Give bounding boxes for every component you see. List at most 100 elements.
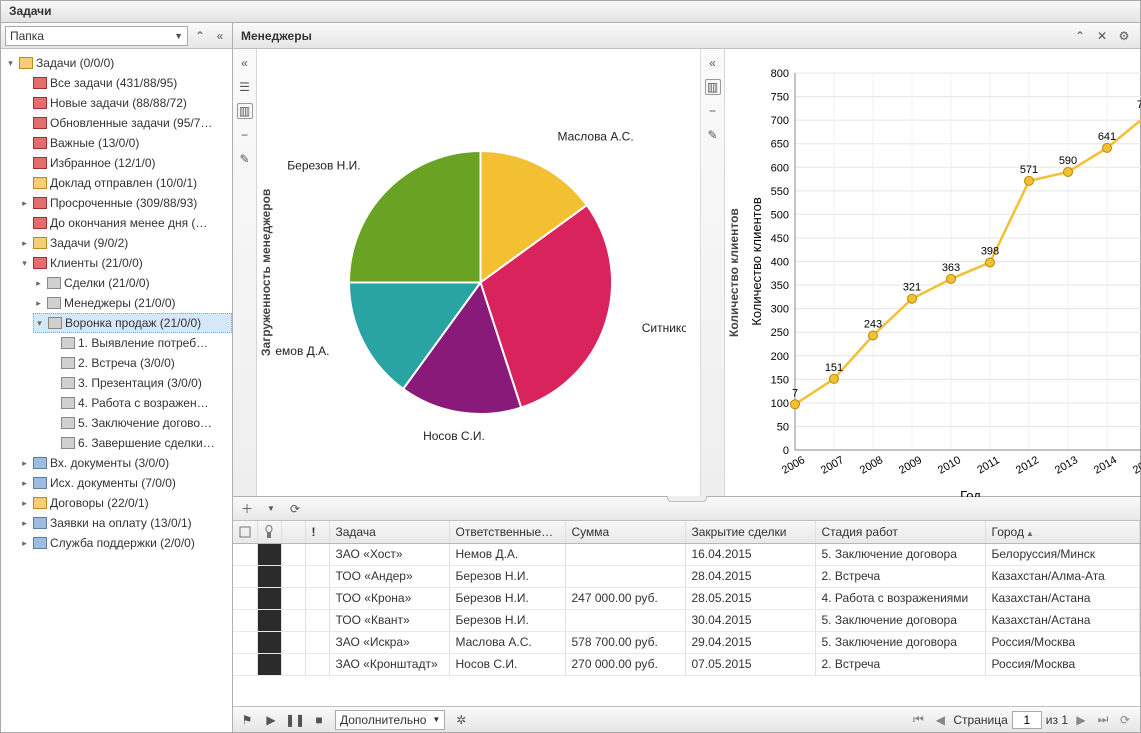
gear-icon[interactable]: ⚙ xyxy=(1116,28,1132,44)
svg-text:700: 700 xyxy=(771,115,789,127)
tree-item[interactable]: ▸Договоры (22/0/1) xyxy=(19,493,232,513)
close-icon[interactable]: ✕ xyxy=(1094,28,1110,44)
expander-icon[interactable]: ▸ xyxy=(19,498,30,509)
header-icon-col[interactable] xyxy=(257,521,281,543)
expander-icon[interactable]: ▸ xyxy=(19,478,30,489)
tree-item[interactable]: ▾Клиенты (21/0/0) xyxy=(19,253,232,273)
table-row[interactable]: ТОО «Андер»Березов Н.И.28.04.20152. Встр… xyxy=(233,565,1140,587)
red-folder-icon xyxy=(33,77,47,89)
gray-folder-icon xyxy=(47,277,61,289)
tree-item[interactable]: ▸Просроченные (309/88/93) xyxy=(19,193,232,213)
tree-item[interactable]: ▸Сделки (21/0/0) xyxy=(33,273,232,293)
last-page-icon[interactable]: ⏭ xyxy=(1094,711,1112,729)
collapse-up-icon[interactable]: ⌃ xyxy=(1072,28,1088,44)
svg-text:2010: 2010 xyxy=(936,454,963,477)
pause-icon[interactable]: ❚❚ xyxy=(287,712,303,728)
next-page-icon[interactable]: ▶ xyxy=(1072,711,1090,729)
expander-icon[interactable]: ▾ xyxy=(19,258,30,269)
expander-icon[interactable]: ▸ xyxy=(19,458,30,469)
add-button[interactable]: ＋ xyxy=(239,501,255,517)
svg-text:250: 250 xyxy=(771,327,789,339)
list-view-icon[interactable]: ☰ xyxy=(237,79,253,95)
stop-icon[interactable]: ■ xyxy=(311,712,327,728)
header-icon-col[interactable]: ! xyxy=(305,521,329,543)
expand-up-icon[interactable]: ⌃ xyxy=(192,28,208,44)
chart-view-icon[interactable]: ▥ xyxy=(237,103,253,119)
tree-item[interactable]: 2. Встреча (3/0/0) xyxy=(47,353,232,373)
red-folder-icon xyxy=(33,197,47,209)
cell-stage: 5. Заключение договора xyxy=(815,631,985,653)
header-icon-col[interactable] xyxy=(281,521,305,543)
tree-item[interactable]: ▸Задачи (9/0/2) xyxy=(19,233,232,253)
minus-icon[interactable]: − xyxy=(237,127,253,143)
refresh-icon[interactable]: ⟳ xyxy=(1116,711,1134,729)
pencil-icon[interactable]: ✎ xyxy=(705,127,721,143)
tree-item[interactable]: До окончания менее дня (… xyxy=(19,213,232,233)
extra-menu[interactable]: Дополнительно ▼ xyxy=(335,710,445,730)
expander-icon[interactable]: ▸ xyxy=(19,238,30,249)
folder-selector-label: Папка xyxy=(10,29,44,43)
expander-icon[interactable]: ▸ xyxy=(33,278,44,289)
folder-selector[interactable]: Папка ▼ xyxy=(5,26,188,46)
tree-item[interactable]: 4. Работа с возражен… xyxy=(47,393,232,413)
column-header[interactable]: Задача xyxy=(329,521,449,543)
tree-item[interactable]: 5. Заключение догово… xyxy=(47,413,232,433)
expander-icon[interactable]: ▾ xyxy=(5,58,16,69)
tree-item[interactable]: Доклад отправлен (10/0/1) xyxy=(19,173,232,193)
page-input[interactable] xyxy=(1012,711,1042,729)
expander-icon[interactable]: ▸ xyxy=(33,298,44,309)
collapse-left-icon[interactable]: « xyxy=(212,28,228,44)
dropdown-icon[interactable]: ▼ xyxy=(263,501,279,517)
table-row[interactable]: ЗАО «Кронштадт»Носов С.И.270 000.00 руб.… xyxy=(233,653,1140,675)
column-header[interactable]: Сумма xyxy=(565,521,685,543)
chart-view-icon[interactable]: ▥ xyxy=(705,79,721,95)
table-row[interactable]: ТОО «Крона»Березов Н.И.247 000.00 руб.28… xyxy=(233,587,1140,609)
minus-icon[interactable]: − xyxy=(705,103,721,119)
table-row[interactable]: ЗАО «Хост»Немов Д.А.16.04.20155. Заключе… xyxy=(233,543,1140,565)
first-page-icon[interactable]: ⏮ xyxy=(909,711,927,729)
tree-item[interactable]: ▸Исх. документы (7/0/0) xyxy=(19,473,232,493)
play-icon[interactable]: ▶ xyxy=(263,712,279,728)
settings-icon[interactable]: ✲ xyxy=(453,712,469,728)
tree-item[interactable]: ▸Менеджеры (21/0/0) xyxy=(33,293,232,313)
table-row[interactable]: ЗАО «Искра»Маслова А.С.578 700.00 руб.29… xyxy=(233,631,1140,653)
table-row[interactable]: ТОО «Квант»Березов Н.И.30.04.20155. Закл… xyxy=(233,609,1140,631)
pencil-icon[interactable]: ✎ xyxy=(237,151,253,167)
expander-icon[interactable]: ▸ xyxy=(19,198,30,209)
svg-text:800: 800 xyxy=(771,68,789,80)
tree-item[interactable]: Избранное (12/1/0) xyxy=(19,153,232,173)
tree-item[interactable]: 1. Выявление потреб… xyxy=(47,333,232,353)
red-folder-icon xyxy=(33,217,47,229)
tree-item[interactable]: Новые задачи (88/88/72) xyxy=(19,93,232,113)
svg-text:151: 151 xyxy=(825,362,843,374)
tree-item[interactable]: ▸Вх. документы (3/0/0) xyxy=(19,453,232,473)
prev-page-icon[interactable]: ◀ xyxy=(931,711,949,729)
column-header[interactable]: Город▲ xyxy=(985,521,1140,543)
tree-item[interactable]: ▸Служба поддержки (2/0/0) xyxy=(19,533,232,553)
tree-item[interactable]: Обновленные задачи (95/7… xyxy=(19,113,232,133)
tree-item[interactable]: ▾Воронка продаж (21/0/0) xyxy=(33,313,232,333)
tree-item[interactable]: Важные (13/0/0) xyxy=(19,133,232,153)
splitter-handle[interactable] xyxy=(667,496,707,502)
svg-text:590: 590 xyxy=(1059,155,1077,167)
refresh-icon[interactable]: ⟳ xyxy=(287,501,303,517)
cell-city: Казахстан/Астана xyxy=(985,609,1140,631)
flag-icon[interactable]: ⚑ xyxy=(239,712,255,728)
blue-folder-icon xyxy=(33,537,47,549)
column-header[interactable]: Стадия работ xyxy=(815,521,985,543)
tree-item[interactable]: ▾Задачи (0/0/0) xyxy=(5,53,232,73)
expander-icon[interactable]: ▾ xyxy=(34,318,45,329)
pie-axis-label: Загруженность менеджеров xyxy=(257,49,275,496)
cell-close: 29.04.2015 xyxy=(685,631,815,653)
collapse-panel-icon[interactable]: « xyxy=(705,55,721,71)
expander-icon[interactable]: ▸ xyxy=(19,538,30,549)
tree-item[interactable]: ▸Заявки на оплату (13/0/1) xyxy=(19,513,232,533)
tree-item[interactable]: Все задачи (431/88/95) xyxy=(19,73,232,93)
column-header[interactable]: Ответственные… xyxy=(449,521,565,543)
tree-item[interactable]: 3. Презентация (3/0/0) xyxy=(47,373,232,393)
column-header[interactable]: Закрытие сделки xyxy=(685,521,815,543)
expander-icon[interactable]: ▸ xyxy=(19,518,30,529)
collapse-panel-icon[interactable]: « xyxy=(237,55,253,71)
header-icon-col[interactable] xyxy=(233,521,257,543)
tree-item[interactable]: 6. Завершение сделки… xyxy=(47,433,232,453)
